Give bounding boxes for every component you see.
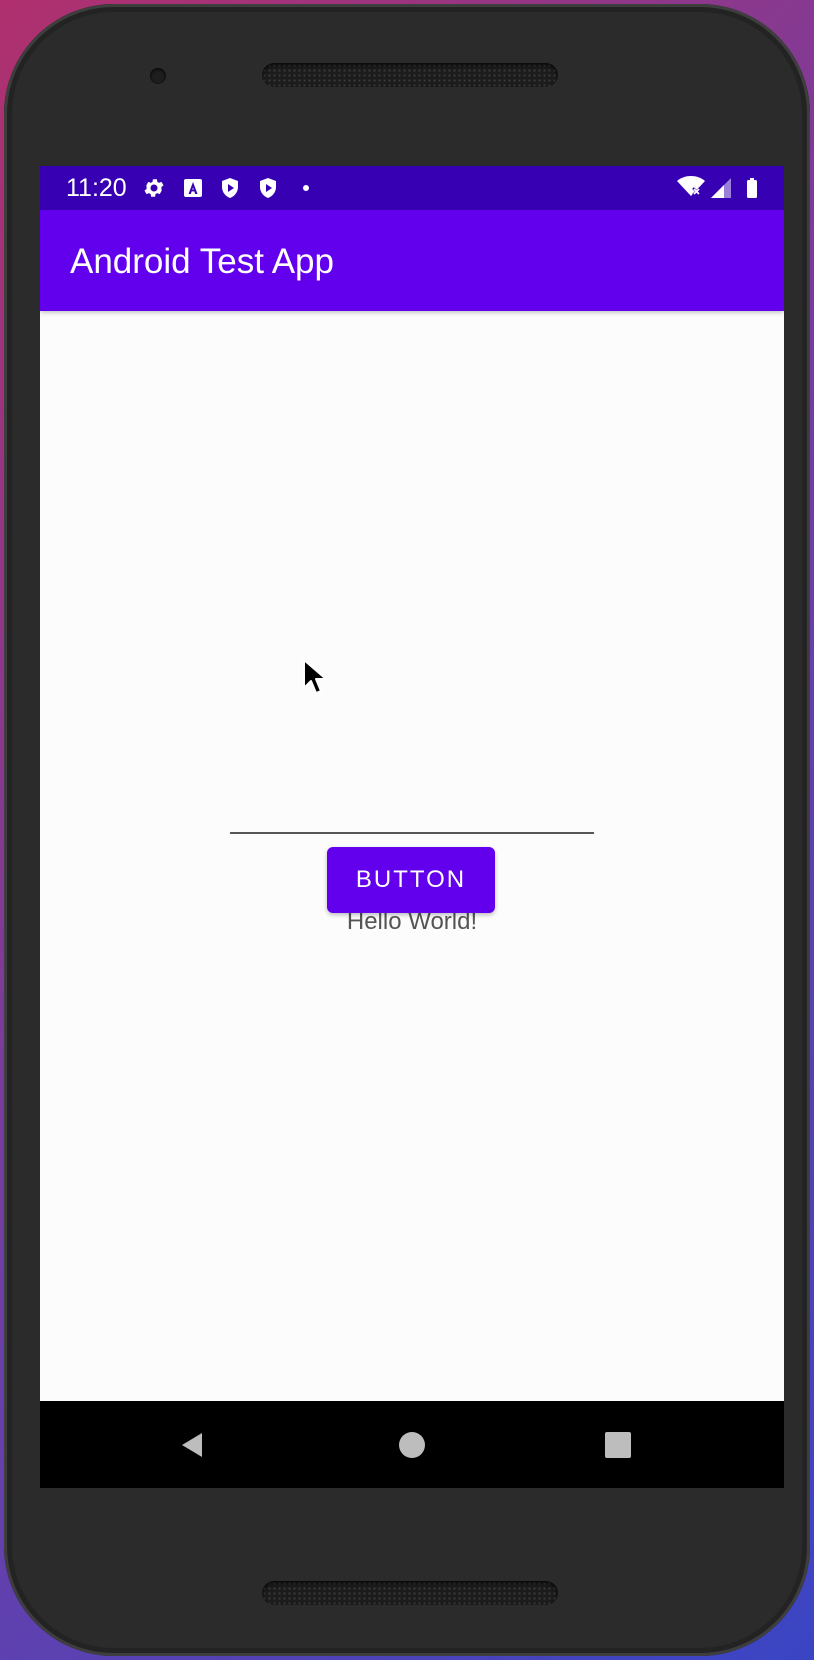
home-icon[interactable] [396,1429,428,1461]
battery-icon [747,178,757,198]
status-time: 11:20 [66,174,127,202]
dot-icon [303,185,309,191]
cell-signal-icon [711,178,731,198]
back-icon[interactable] [176,1429,208,1461]
edit-text-field[interactable] [230,766,594,834]
settings-icon [144,179,164,197]
app-title: Android Test App [70,242,334,281]
top-speaker [262,63,558,87]
front-camera [150,68,166,84]
wifi-off-icon [677,176,705,196]
bottom-speaker [262,1581,558,1605]
app-bar: Android Test App [40,210,784,311]
mouse-pointer-icon [303,659,326,694]
shield-play-icon [222,178,238,198]
shield-play-icon [260,178,276,198]
navigation-bar [40,1401,784,1488]
device-screen: 11:20 Android Test App Hello World! BUTT… [40,166,784,1488]
phone-frame: 11:20 Android Test App Hello World! BUTT… [4,4,810,1656]
main-button[interactable]: BUTTON [327,847,495,913]
status-bar: 11:20 [40,166,784,210]
recents-icon[interactable] [602,1429,634,1461]
a11y-a-icon [184,179,202,197]
